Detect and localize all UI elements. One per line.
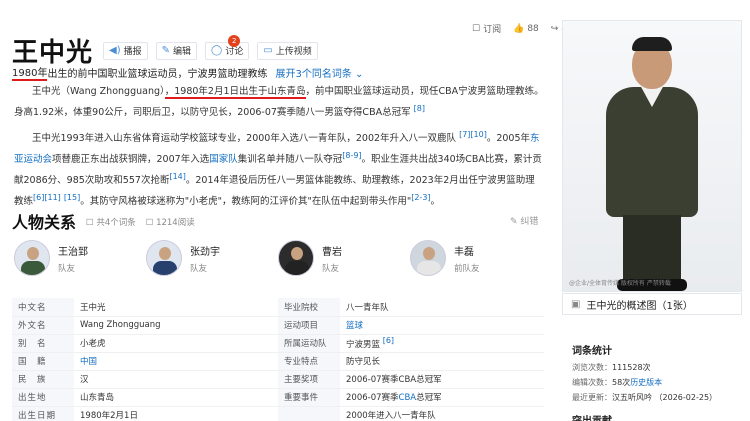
broadcast-button[interactable]: ◀) 播报 bbox=[103, 41, 148, 60]
relation-item[interactable]: 张劲宇 队友 bbox=[146, 240, 278, 276]
video-icon: ▭ bbox=[263, 45, 273, 56]
relations-list: 王治郅 队友 张劲宇 队友 曹岩 队友 丰磊 前队友 bbox=[14, 240, 542, 276]
avatar bbox=[146, 240, 182, 276]
citation-link[interactable]: [14] bbox=[169, 172, 185, 181]
citation-link[interactable]: [6] bbox=[33, 193, 44, 202]
citation-link[interactable]: [2-3] bbox=[411, 193, 430, 202]
avatar bbox=[278, 240, 314, 276]
table-row: 中文名 王中光 毕业院校 八一青年队 bbox=[12, 298, 544, 317]
summary-text: 出生的前中国职业篮球运动员，宁波男篮助理教练 bbox=[47, 69, 268, 80]
section-heading: 突出贡献 bbox=[572, 412, 612, 421]
avatar bbox=[14, 240, 50, 276]
citation-link[interactable]: [6] bbox=[383, 336, 394, 345]
history-link[interactable]: 历史版本 bbox=[630, 378, 662, 387]
thumbs-up-icon: 👍 bbox=[513, 23, 525, 34]
summary-line: 1980年 出生的前中国职业篮球运动员，宁波男篮助理教练 展开3个同名词条 ⌄ bbox=[12, 64, 363, 81]
relations-title: 人物关系 bbox=[12, 213, 77, 232]
relation-item[interactable]: 王治郅 队友 bbox=[14, 240, 146, 276]
citation-link[interactable]: [15] bbox=[64, 193, 80, 202]
link-china[interactable]: 中国 bbox=[80, 357, 97, 367]
action-bar: ◀) 播报 ✎ 编辑 ◯ 讨论 2 ▭ 上传视频 bbox=[103, 34, 318, 60]
image-icon: ▣ bbox=[571, 298, 581, 310]
citation-link[interactable]: [7] bbox=[459, 130, 470, 139]
subscribe-button[interactable]: ☐ 订阅 bbox=[472, 22, 501, 36]
basic-info-table: 中文名 王中光 毕业院校 八一青年队 外文名 Wang Zhongguang 运… bbox=[12, 298, 544, 421]
report-error-button[interactable]: ✎ 纠错 bbox=[510, 214, 538, 227]
discuss-count-badge: 2 bbox=[228, 34, 241, 47]
stat-views: 浏览次数：111528次 bbox=[572, 363, 651, 372]
citation-link[interactable]: [8] bbox=[414, 104, 425, 113]
relation-item[interactable]: 丰磊 前队友 bbox=[410, 240, 542, 276]
pencil-icon: ✎ bbox=[161, 45, 171, 56]
pencil-icon: ✎ bbox=[510, 217, 518, 227]
intro-paragraph-1: 王中光（Wang Zhongguang），1980年2月1日出生于山东青岛，前中… bbox=[14, 86, 544, 119]
bookmark-icon: ☐ bbox=[472, 23, 481, 34]
stat-edits: 编辑次数：58次历史版本 bbox=[572, 378, 663, 387]
relations-count: ☐ 共4个词条 bbox=[86, 218, 136, 228]
photo-watermark: @企业/全体育传媒 版权所有 严禁转载 bbox=[569, 280, 671, 287]
link-cba[interactable]: CBA bbox=[399, 393, 417, 403]
discuss-button[interactable]: ◯ 讨论 2 bbox=[205, 34, 250, 60]
expand-homonyms-link[interactable]: 展开3个同名词条 ⌄ bbox=[275, 65, 363, 80]
summary-year: 1980年 bbox=[12, 64, 48, 81]
table-row: 外文名 Wang Zhongguang 运动项目 篮球 bbox=[12, 316, 544, 335]
citation-link[interactable]: [11] bbox=[44, 193, 60, 202]
speaker-icon: ◀) bbox=[109, 45, 121, 56]
like-button[interactable]: 👍 88 bbox=[513, 22, 539, 35]
table-row: 出生地 山东青岛 重要事件 2006-07赛季CBA总冠军 bbox=[12, 388, 544, 407]
overview-photo[interactable]: @企业/全体育传媒 版权所有 严禁转载 bbox=[562, 20, 742, 292]
engagement-bar: ☐订阅 👍88 ↪4 bbox=[472, 22, 567, 36]
relations-reads: ☐ 1214阅读 bbox=[145, 218, 195, 228]
share-icon: ↪ bbox=[550, 23, 559, 34]
table-row: 国 籍 中国 专业特点 防守见长 bbox=[12, 352, 544, 371]
avatar bbox=[410, 240, 446, 276]
chat-icon: ◯ bbox=[211, 45, 223, 56]
relations-meta: ☐ 共4个词条 ☐ 1214阅读 bbox=[86, 216, 195, 228]
citation-link[interactable]: [8-9] bbox=[342, 151, 361, 160]
edit-button[interactable]: ✎ 编辑 bbox=[155, 41, 198, 60]
stats-title: 词条统计 bbox=[572, 346, 612, 357]
link-national-team[interactable]: 国家队 bbox=[209, 154, 238, 165]
stat-updated: 最近更新：汉五听风吟 （2026-02-25） bbox=[572, 393, 718, 402]
upload-video-button[interactable]: ▭ 上传视频 bbox=[257, 41, 318, 60]
intro-paragraph-2: 王中光1993年进入山东省体育运动学校篮球专业，2000年入选八一青年队，200… bbox=[14, 130, 542, 208]
photo-caption[interactable]: ▣ 王中光的概述图（1张） bbox=[562, 293, 742, 315]
link-basketball[interactable]: 篮球 bbox=[346, 321, 363, 331]
relation-item[interactable]: 曹岩 队友 bbox=[278, 240, 410, 276]
chevron-down-icon: ⌄ bbox=[355, 69, 364, 80]
table-row: 出生日期 1980年2月1日 2000年进入八一青年队 bbox=[12, 406, 544, 421]
table-row: 民 族 汉 主要奖项 2006-07赛季CBA总冠军 bbox=[12, 370, 544, 389]
citation-link[interactable]: [10] bbox=[470, 130, 486, 139]
table-row: 别 名 小老虎 所属运动队 宁波男篮 [6] bbox=[12, 334, 544, 353]
